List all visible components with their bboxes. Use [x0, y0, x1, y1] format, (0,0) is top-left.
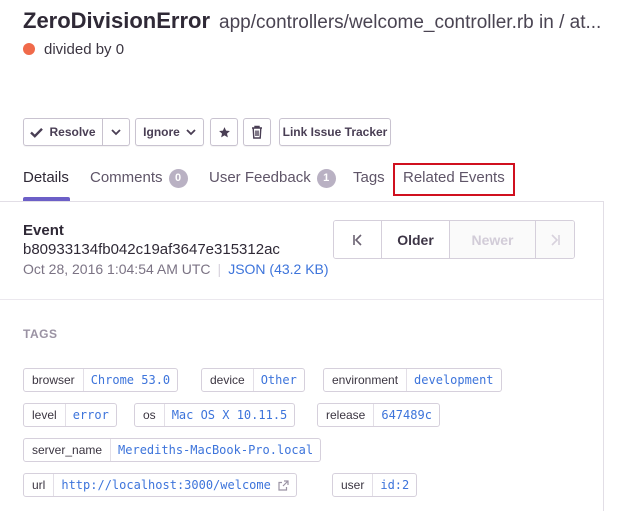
chevron-down-icon: [186, 128, 196, 135]
tab-user-feedback-label: User Feedback: [209, 169, 311, 186]
tab-tags[interactable]: Tags: [353, 163, 385, 201]
user-feedback-count-badge: 1: [316, 169, 336, 188]
ignore-button[interactable]: Ignore: [135, 118, 204, 146]
tag-key: release: [318, 404, 375, 426]
event-id: b80933134fb042c19af3647e315312ac: [23, 241, 280, 258]
chevron-down-icon: [111, 128, 121, 135]
comments-count-badge: 0: [168, 169, 188, 188]
event-json-link[interactable]: JSON (43.2 KB): [228, 261, 328, 277]
issue-title: ZeroDivisionError app/controllers/welcome…: [23, 8, 623, 38]
tag-value[interactable]: id:2: [373, 474, 416, 496]
tag-value[interactable]: Merediths-MacBook-Pro.local: [111, 439, 320, 461]
event-summary: Event b80933134fb042c19af3647e315312ac O…: [23, 222, 329, 277]
event-pager: Older Newer: [333, 220, 575, 259]
tag-pill[interactable]: release 647489c: [317, 403, 440, 427]
section-divider: [0, 299, 603, 300]
delete-button[interactable]: [243, 118, 271, 146]
tag-key: server_name: [24, 439, 112, 461]
level-indicator-icon: [23, 43, 35, 55]
tag-key: os: [135, 404, 165, 426]
link-issue-tracker-button[interactable]: Link Issue Tracker: [279, 118, 391, 146]
error-message: divided by 0: [44, 40, 125, 58]
tag-value-text: http://localhost:3000/welcome: [61, 478, 271, 492]
sidebar-divider: [603, 201, 604, 511]
last-page-icon: [550, 233, 560, 246]
first-event-button[interactable]: [334, 221, 382, 258]
tag-value[interactable]: development: [407, 369, 500, 391]
older-event-button[interactable]: Older: [382, 221, 450, 258]
highlight-box: [393, 163, 515, 196]
tag-value[interactable]: http://localhost:3000/welcome: [54, 474, 296, 496]
tab-details-label: Details: [23, 169, 69, 186]
resolve-dropdown-button[interactable]: [103, 118, 130, 146]
error-location: app/controllers/welcome_controller.rb in…: [219, 12, 602, 33]
tag-value[interactable]: Chrome 53.0: [84, 369, 177, 391]
tag-pill[interactable]: device Other: [201, 368, 305, 392]
tag-value[interactable]: Other: [254, 369, 304, 391]
resolve-label: Resolve: [49, 125, 96, 139]
tag-key: level: [24, 404, 66, 426]
tag-pill[interactable]: server_name Merediths-MacBook-Pro.local: [23, 438, 322, 462]
tag-pill[interactable]: environment development: [323, 368, 502, 392]
last-event-button[interactable]: [536, 221, 574, 258]
tag-key: user: [333, 474, 374, 496]
resolve-button[interactable]: Resolve: [23, 118, 103, 146]
tag-key: browser: [24, 369, 84, 391]
ignore-label: Ignore: [143, 125, 180, 139]
event-meta-separator: |: [217, 261, 222, 277]
external-link-icon[interactable]: [278, 479, 289, 491]
tag-key: url: [24, 474, 55, 496]
issue-tabs: Details Comments 0 User Feedback 1 Tags …: [23, 163, 626, 201]
tag-pill[interactable]: user id:2: [332, 473, 418, 497]
tag-pill[interactable]: level error: [23, 403, 117, 427]
star-icon: [218, 126, 230, 137]
tag-pill[interactable]: os Mac OS X 10.11.5: [134, 403, 296, 427]
tab-comments-label: Comments: [90, 169, 163, 186]
event-meta: Oct 28, 2016 1:04:54 AM UTC | JSON (43.2 K…: [23, 261, 329, 277]
tab-details[interactable]: Details: [23, 163, 70, 201]
tag-value[interactable]: error: [66, 404, 116, 426]
tag-key: environment: [324, 369, 408, 391]
tabs-divider: [0, 201, 603, 202]
tag-pill[interactable]: browser Chrome 53.0: [23, 368, 179, 392]
tags-section-title: TAGS: [23, 327, 58, 341]
trash-icon: [252, 125, 262, 139]
event-date: Oct 28, 2016 1:04:54 AM UTC: [23, 261, 211, 277]
newer-event-button[interactable]: Newer: [450, 221, 536, 258]
tab-user-feedback[interactable]: User Feedback 1: [209, 163, 336, 201]
tag-key: device: [202, 369, 254, 391]
tag-pill[interactable]: url http://localhost:3000/welcome: [23, 473, 297, 497]
tab-tags-label: Tags: [353, 169, 385, 186]
event-heading: Event: [23, 222, 64, 239]
tag-value[interactable]: Mac OS X 10.11.5: [165, 404, 295, 426]
tab-comments[interactable]: Comments 0: [90, 163, 188, 201]
tag-value[interactable]: 647489c: [374, 404, 439, 426]
issue-actions-toolbar: Resolve Ignore Link Issue Tracker: [23, 118, 391, 146]
checkmark-icon: [30, 127, 44, 138]
error-message-row: divided by 0: [23, 39, 124, 59]
first-page-icon: [353, 233, 362, 246]
bookmark-button[interactable]: [210, 118, 238, 146]
error-type: ZeroDivisionError: [23, 8, 211, 33]
